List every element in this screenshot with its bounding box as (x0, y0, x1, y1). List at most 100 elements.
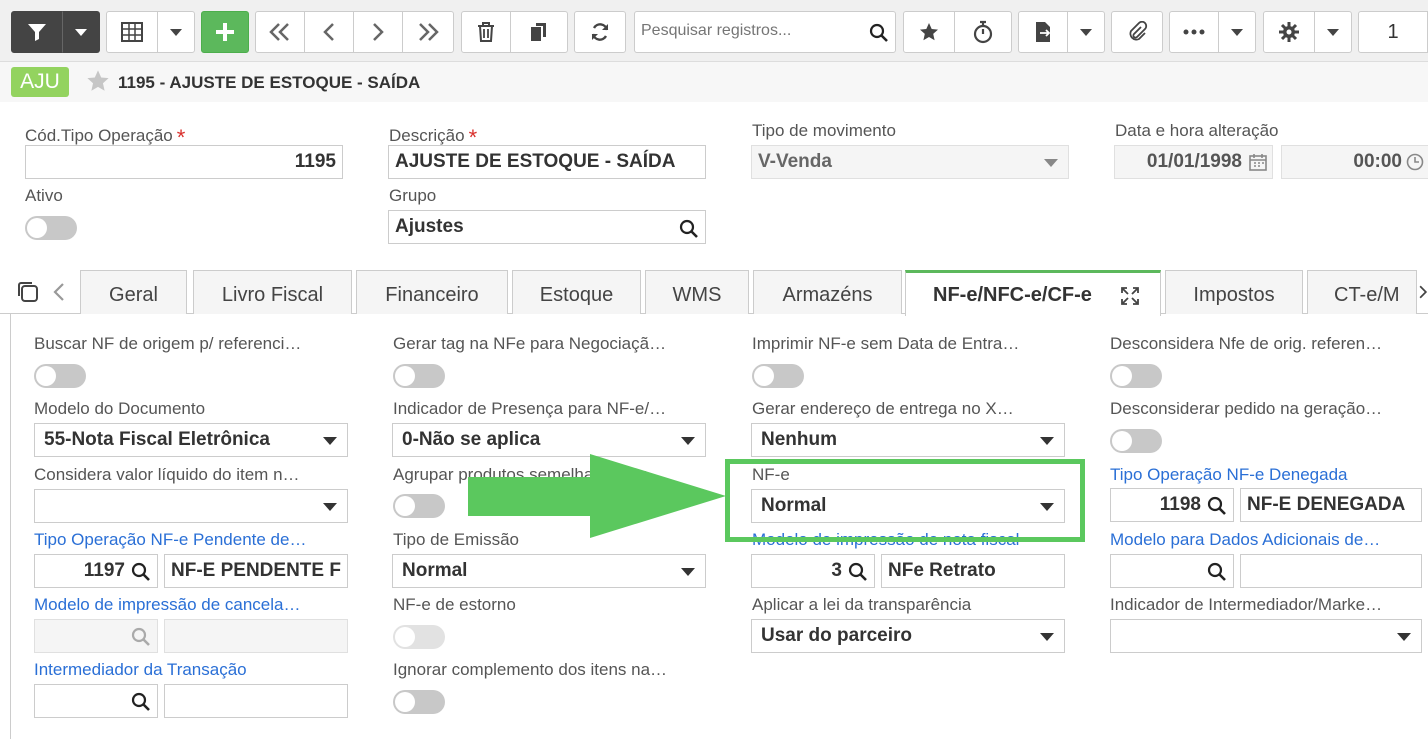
tab-wms[interactable]: WMS (645, 270, 749, 314)
timer-button[interactable] (954, 11, 1012, 53)
grid-view-button[interactable] (106, 11, 158, 53)
chevron-left-icon (323, 23, 334, 41)
export-button[interactable] (1018, 11, 1068, 53)
pendente-name-input[interactable]: NF-E PENDENTE F (164, 554, 348, 588)
tab-geral[interactable]: Geral (80, 270, 187, 314)
clock-icon (1406, 153, 1424, 171)
tab-impostos[interactable]: Impostos (1165, 270, 1303, 314)
chevron-down-icon (1040, 437, 1054, 445)
cod-tipo-operacao-input[interactable]: 1195 (25, 145, 343, 179)
desconsidera-nfe-toggle[interactable] (1110, 364, 1162, 388)
tab-livro-fiscal[interactable]: Livro Fiscal (193, 270, 352, 314)
considera-valor-select[interactable] (34, 489, 348, 523)
chevron-right-icon[interactable] (1418, 282, 1428, 302)
chevron-down-icon (323, 503, 337, 511)
modelo-cancelamento-label[interactable]: Modelo de impressão de cancela… (34, 595, 300, 615)
refresh-button[interactable] (574, 11, 626, 53)
hora-alteracao-input[interactable]: 00:00 (1281, 145, 1428, 179)
ellipsis-icon (1183, 29, 1205, 35)
data-hora-label: Data e hora alteração (1115, 121, 1279, 140)
toolbar: 1 (0, 0, 1428, 62)
tipo-emissao-select[interactable]: Normal (392, 554, 706, 588)
agrupar-toggle[interactable] (393, 494, 445, 518)
more-options-button[interactable] (1169, 11, 1219, 53)
gerar-tag-toggle[interactable] (393, 364, 445, 388)
chevron-left-icon[interactable] (52, 282, 66, 302)
grupo-input[interactable]: Ajustes (388, 210, 706, 244)
dados-adicionais-name-input[interactable] (1240, 554, 1422, 588)
favorite-button[interactable] (903, 11, 955, 53)
transparencia-select[interactable]: Usar do parceiro (751, 619, 1065, 653)
star-outline-icon[interactable] (85, 68, 111, 94)
tab-armazens[interactable]: Armazéns (753, 270, 902, 314)
search-icon[interactable] (869, 23, 889, 43)
pendente-label[interactable]: Tipo Operação NF-e Pendente de… (34, 530, 306, 550)
trash-icon (478, 22, 494, 42)
tab-cte[interactable]: CT-e/M (1307, 270, 1417, 314)
search-icon[interactable] (1207, 496, 1227, 516)
pendente-code-input[interactable]: 1197 (34, 554, 158, 588)
desconsidera-nfe-label: Desconsidera Nfe de orig. referen… (1110, 334, 1383, 353)
modelo-documento-select[interactable]: 55-Nota Fiscal Eletrônica (34, 423, 348, 457)
first-record-button[interactable] (255, 11, 305, 53)
tab-financeiro[interactable]: Financeiro (356, 270, 508, 314)
filter-button[interactable] (11, 11, 63, 53)
filter-dropdown-button[interactable] (62, 11, 100, 53)
tipo-movimento-select[interactable]: V-Venda (751, 145, 1069, 179)
delete-button[interactable] (461, 11, 511, 53)
calendar-icon (1249, 154, 1267, 171)
add-button[interactable] (201, 11, 249, 53)
modelo-cancelamento-name-input[interactable] (164, 619, 348, 653)
intermediador-code-input[interactable] (34, 684, 158, 718)
window-restore-icon[interactable] (16, 280, 40, 304)
expand-icon[interactable] (1120, 286, 1140, 306)
modelo-impressao-name-input[interactable]: NFe Retrato (881, 554, 1065, 588)
chevron-down-icon (681, 568, 695, 576)
search-icon[interactable] (848, 562, 868, 582)
descricao-input[interactable]: AJUSTE DE ESTOQUE - SAÍDA (388, 145, 706, 179)
attachment-button[interactable] (1111, 11, 1163, 53)
last-record-button[interactable] (402, 11, 454, 53)
ativo-toggle[interactable] (25, 216, 77, 240)
chevron-down-icon (1040, 633, 1054, 641)
gerar-endereco-label: Gerar endereço de entrega no X… (752, 399, 1014, 418)
denegada-label[interactable]: Tipo Operação NF-e Denegada (1110, 465, 1348, 485)
modelo-cancelamento-code-input[interactable] (34, 619, 158, 653)
search-icon[interactable] (1207, 562, 1227, 582)
indicador-intermediador-select[interactable] (1110, 619, 1422, 653)
next-record-button[interactable] (353, 11, 403, 53)
nfe-estorno-toggle[interactable] (393, 625, 445, 649)
more-options-dropdown-button[interactable] (1218, 11, 1256, 53)
data-alteracao-input[interactable]: 01/01/1998 (1114, 145, 1273, 179)
chevron-down-icon (1080, 28, 1092, 36)
modelo-impressao-code-input[interactable]: 3 (751, 554, 875, 588)
dados-adicionais-label[interactable]: Modelo para Dados Adicionais de… (1110, 530, 1380, 550)
desconsiderar-pedido-toggle[interactable] (1110, 429, 1162, 453)
settings-button[interactable] (1263, 11, 1315, 53)
search-input[interactable] (641, 22, 861, 40)
ignorar-toggle[interactable] (393, 690, 445, 714)
settings-dropdown-button[interactable] (1314, 11, 1352, 53)
page-number-input[interactable]: 1 (1358, 11, 1428, 53)
tab-estoque[interactable]: Estoque (512, 270, 641, 314)
page-title: 1195 - AJUSTE DE ESTOQUE - SAÍDA (118, 73, 421, 92)
previous-record-button[interactable] (304, 11, 354, 53)
gerar-endereco-select[interactable]: Nenhum (751, 423, 1065, 457)
search-icon[interactable] (131, 562, 151, 582)
intermediador-name-input[interactable] (164, 684, 348, 718)
denegada-name-input[interactable]: NF-E DENEGADA (1240, 488, 1422, 522)
buscar-nf-toggle[interactable] (34, 364, 86, 388)
search-icon[interactable] (679, 219, 699, 239)
double-chevron-right-icon (419, 23, 439, 41)
imprimir-toggle[interactable] (752, 364, 804, 388)
intermediador-label[interactable]: Intermediador da Transação (34, 660, 247, 680)
export-dropdown-button[interactable] (1067, 11, 1105, 53)
presenca-label: Indicador de Presença para NF-e/… (393, 399, 667, 418)
tab-nfe-nfce-cfe[interactable]: NF-e/NFC-e/CF-e (905, 270, 1161, 316)
duplicate-button[interactable] (510, 11, 568, 53)
search-icon[interactable] (131, 627, 151, 647)
denegada-code-input[interactable]: 1198 (1110, 488, 1234, 522)
dados-adicionais-code-input[interactable] (1110, 554, 1234, 588)
search-icon[interactable] (131, 692, 151, 712)
grid-view-dropdown-button[interactable] (157, 11, 195, 53)
